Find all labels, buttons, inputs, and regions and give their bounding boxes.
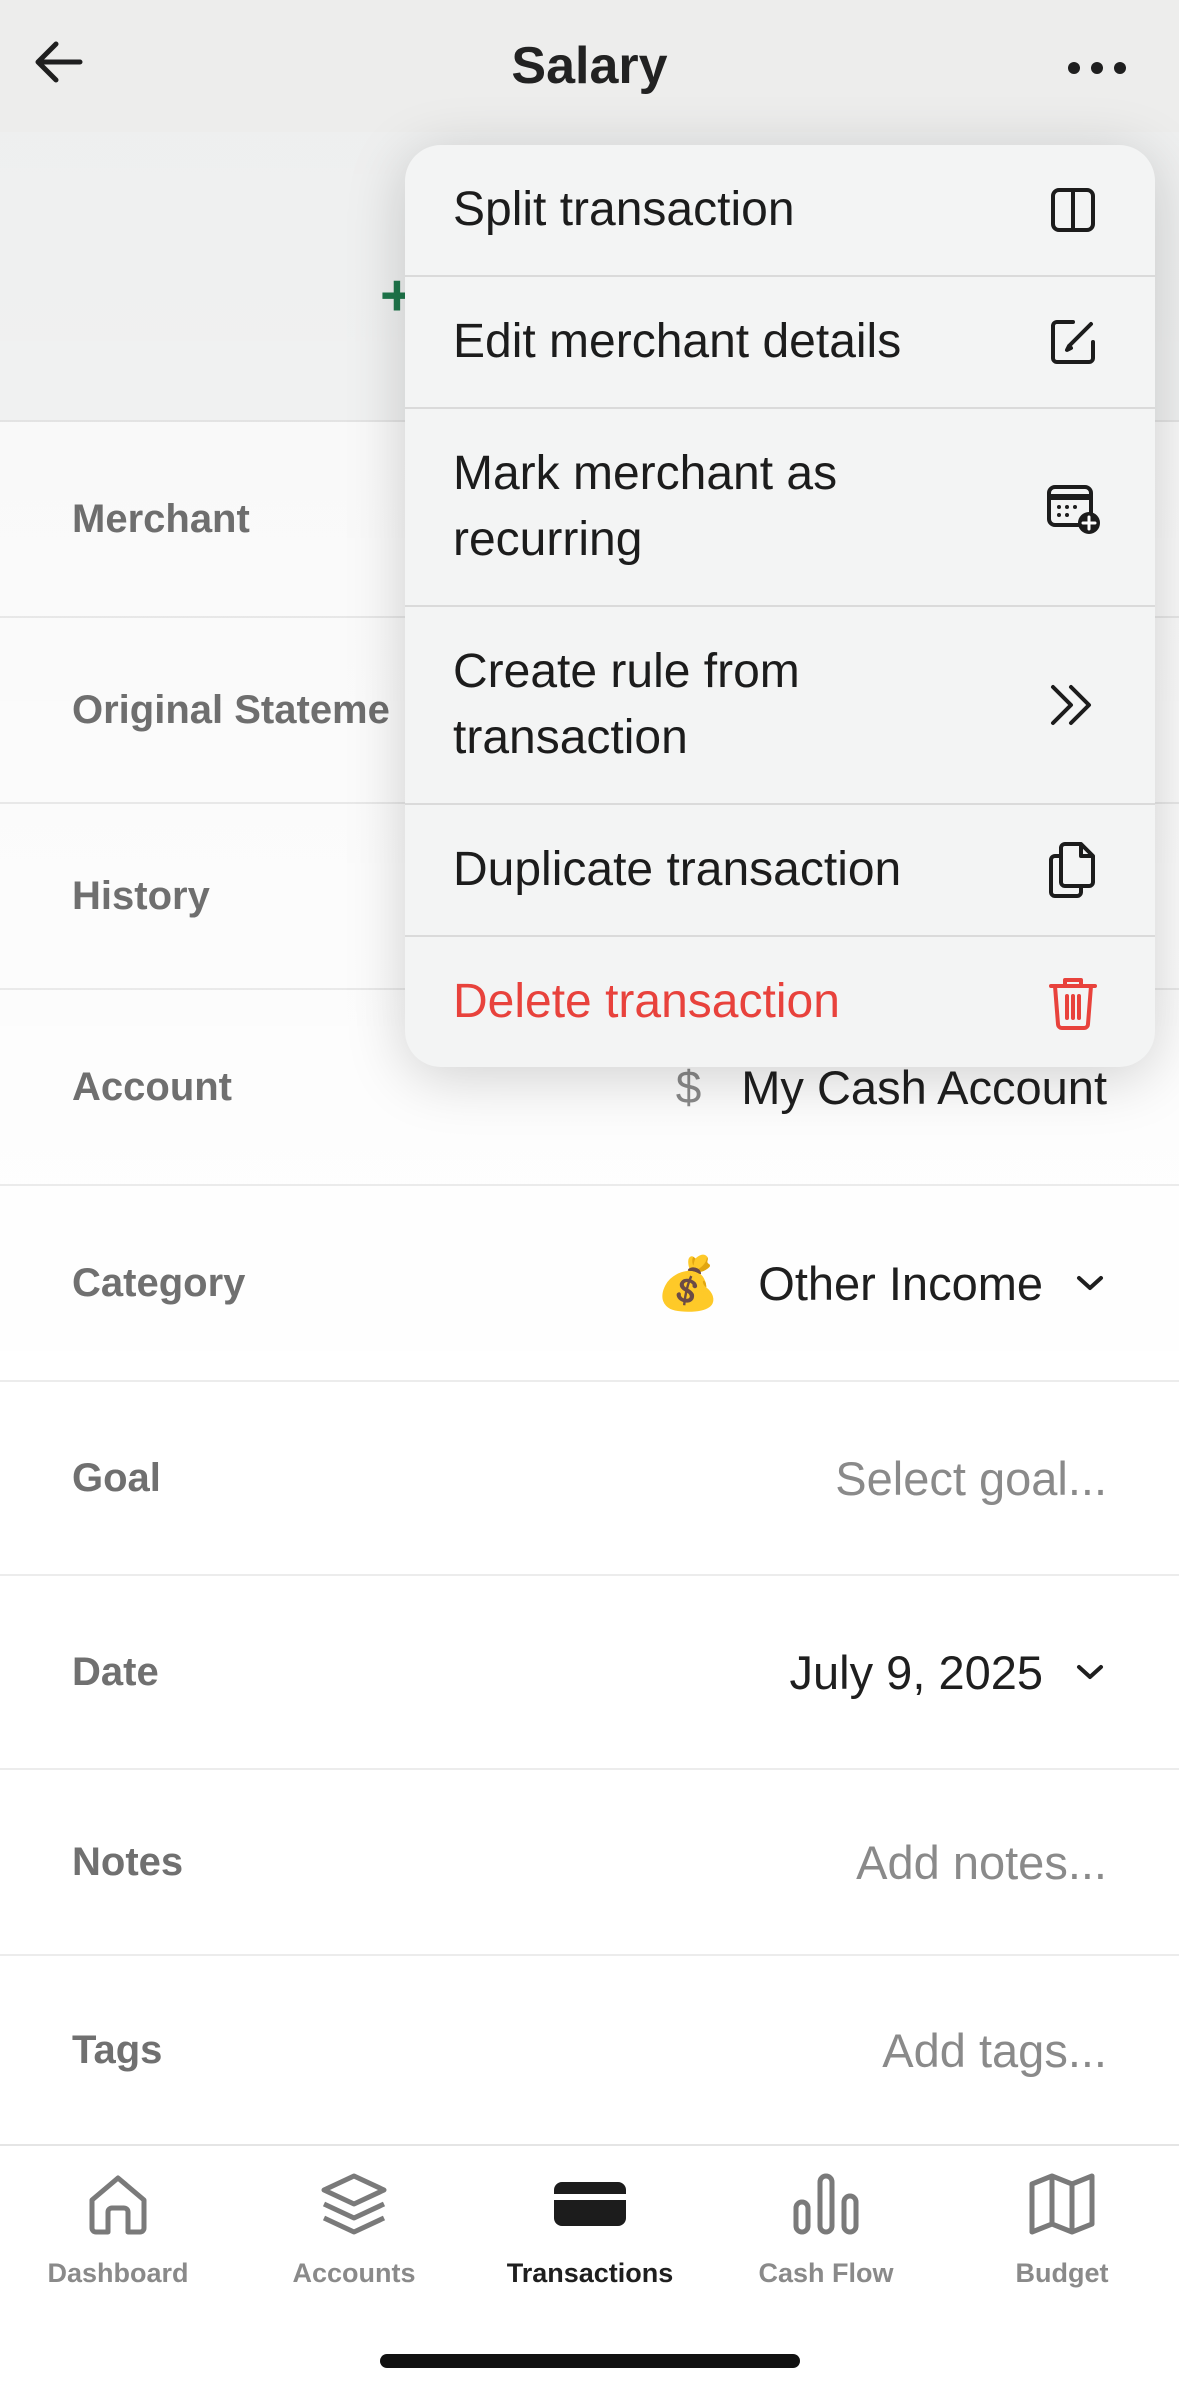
menu-item-duplicate[interactable]: Duplicate transaction [405,805,1155,937]
tab-dashboard[interactable]: Dashboard [0,2168,236,2289]
tab-transactions[interactable]: Transactions [472,2168,708,2289]
menu-item-edit-merchant[interactable]: Edit merchant details [405,277,1155,409]
notes-input[interactable]: Add notes... [856,1770,1107,1954]
more-options-icon[interactable] [1060,34,1134,98]
goal-row[interactable]: Goal Select goal... [0,1382,1179,1576]
tab-label: Cash Flow [758,2258,894,2288]
goal-label: Goal [72,1455,161,1500]
notes-row[interactable]: Notes Add notes... [0,1770,1179,1956]
account-name: My Cash Account [741,1060,1107,1114]
date-label: Date [72,1649,159,1694]
tab-accounts[interactable]: Accounts [236,2168,472,2289]
menu-item-label: Split transaction [453,183,795,236]
date-row[interactable]: Date July 9, 2025 [0,1576,1179,1770]
home-indicator[interactable] [380,2354,800,2368]
calendar-add-icon [1047,485,1100,534]
menu-item-label: Delete transaction [453,975,840,1028]
menu-item-label: Edit merchant details [453,315,902,368]
menu-item-label: Mark merchant as recurring [453,447,838,566]
chevron-down-icon [1077,1276,1103,1290]
menu-item-create-rule[interactable]: Create rule from transaction [405,607,1155,805]
bar-chart-icon [793,2173,859,2235]
layers-icon [321,2173,387,2235]
page-title: Salary [511,37,668,95]
menu-item-mark-recurring[interactable]: Mark merchant as recurring [405,409,1155,607]
home-icon [89,2175,147,2235]
date-text: July 9, 2025 [789,1645,1043,1699]
category-value[interactable]: 💰 Other Income [656,1186,1107,1380]
category-label: Category [72,1260,246,1305]
category-name: Other Income [758,1256,1043,1310]
category-row[interactable]: Category 💰 Other Income [0,1186,1179,1382]
original-statement-label: Original Stateme [72,687,390,732]
tags-label: Tags [72,2027,163,2072]
menu-item-label: Create rule from transaction [453,645,800,764]
menu-item-label: Duplicate transaction [453,843,902,896]
menu-item-delete[interactable]: Delete transaction [405,937,1155,1067]
money-bag-icon: 💰 [655,1254,721,1313]
tab-label: Accounts [292,2258,416,2288]
duplicate-icon [1049,842,1095,898]
tags-input[interactable]: Add tags... [882,1956,1107,2144]
tab-cash-flow[interactable]: Cash Flow [708,2168,944,2289]
card-icon [554,2182,626,2226]
menu-item-split-transaction[interactable]: Split transaction [405,145,1155,277]
split-icon [1051,188,1095,232]
map-icon [1029,2173,1095,2235]
tab-label: Transactions [506,2258,674,2288]
double-chevron-right-icon [1051,685,1091,725]
tab-label: Budget [1015,2258,1109,2288]
trash-icon [1049,978,1097,1030]
transaction-actions-menu: Split transaction Edit merchant details … [405,145,1155,1067]
notes-label: Notes [72,1839,184,1884]
account-label: Account [72,1064,232,1109]
tags-row[interactable]: Tags Add tags... [0,1956,1179,2144]
dollar-icon: $ [675,1061,702,1113]
date-value[interactable]: July 9, 2025 [790,1576,1107,1768]
chevron-down-icon [1077,1665,1103,1679]
edit-icon [1051,320,1095,364]
tab-label: Dashboard [47,2258,189,2288]
history-label: History [72,873,210,918]
tab-budget[interactable]: Budget [944,2168,1179,2289]
top-header: Salary [0,0,1179,132]
merchant-label: Merchant [72,496,250,541]
goal-select[interactable]: Select goal... [835,1382,1107,1574]
